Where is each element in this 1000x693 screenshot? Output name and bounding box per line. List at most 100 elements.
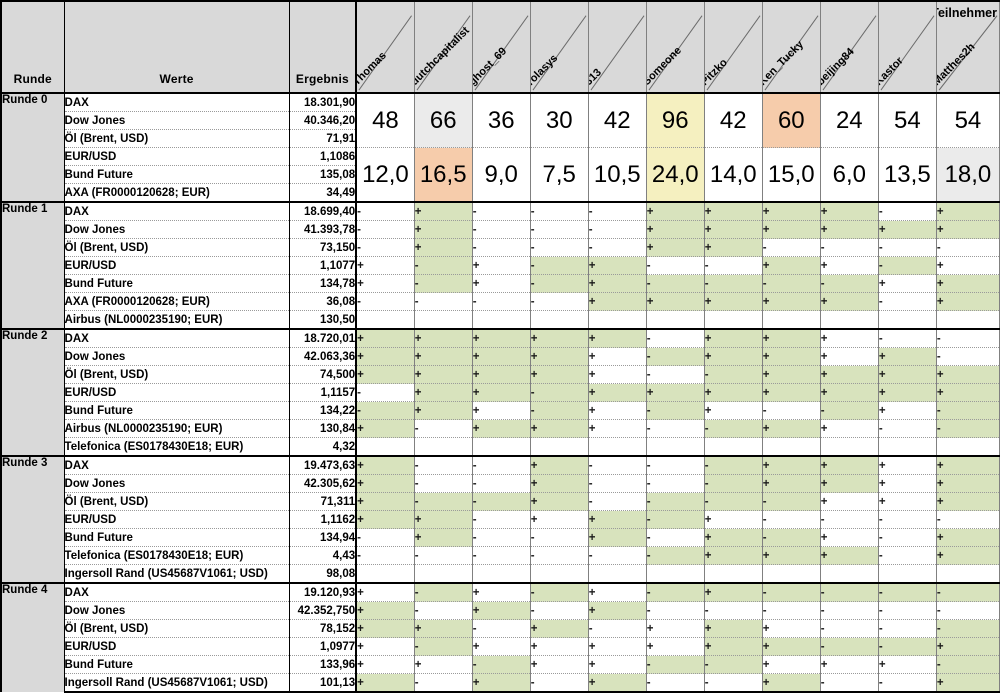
value-name: Telefonica (ES0178430E18; EUR) bbox=[63, 546, 290, 565]
pick-cell: + bbox=[935, 474, 1000, 493]
pick-cell: + bbox=[761, 474, 821, 493]
score-points-313: 10,5 bbox=[587, 147, 647, 203]
pick-cell: + bbox=[877, 401, 937, 420]
pick-cell: + bbox=[703, 582, 763, 602]
pick-cell: - bbox=[587, 455, 647, 475]
pick-cell: + bbox=[413, 528, 473, 547]
pick-cell: + bbox=[935, 292, 1000, 311]
pick-cell: - bbox=[587, 201, 647, 221]
value-name: Dow Jones bbox=[63, 111, 290, 130]
score-total-matthes2h: 54 bbox=[935, 92, 1000, 148]
pick-cell: - bbox=[471, 528, 531, 547]
pick-cell: - bbox=[819, 673, 879, 693]
pick-cell: + bbox=[703, 401, 763, 420]
value-name: EUR/USD bbox=[63, 637, 290, 656]
participant-header-313[interactable]: 313 bbox=[587, 0, 647, 94]
value-result: 18.699,40 bbox=[288, 201, 358, 221]
participant-header-kastor[interactable]: Kastor bbox=[877, 0, 937, 94]
table-header-row: Runde Werte Ergebnis Thomas dutchcapitalist g… bbox=[0, 0, 1000, 94]
pick-cell: + bbox=[413, 619, 473, 638]
pick-cell: - bbox=[471, 510, 531, 529]
pick-cell: - bbox=[877, 201, 937, 221]
pick-cell: + bbox=[355, 637, 415, 656]
score-points-ghost_69: 9,0 bbox=[471, 147, 531, 203]
value-result: 98,08 bbox=[288, 564, 358, 584]
value-result: 74,500 bbox=[288, 365, 358, 384]
round-label-runde-3: Runde 3 bbox=[0, 455, 65, 583]
value-result: 134,94 bbox=[288, 528, 358, 547]
pick-cell: - bbox=[413, 582, 473, 602]
participant-header-someone[interactable]: Someone bbox=[645, 0, 705, 94]
pick-cell: + bbox=[529, 474, 589, 493]
col-header-runde: Runde bbox=[0, 0, 65, 94]
pick-cell: + bbox=[413, 401, 473, 420]
pick-cell: - bbox=[877, 328, 937, 348]
pick-cell: - bbox=[703, 601, 763, 620]
table-row: Bund Future 133,96 + + - + + - - + + + - bbox=[1, 655, 1000, 674]
pick-cell: - bbox=[877, 673, 937, 693]
col-header-werte: Werte bbox=[63, 0, 290, 94]
pick-cell bbox=[529, 564, 589, 584]
value-name: Airbus (NL0000235190; EUR) bbox=[63, 419, 290, 438]
pick-cell: + bbox=[703, 637, 763, 656]
pick-cell: + bbox=[355, 328, 415, 348]
table-row: Dow Jones 42.352,750 + - + - + - - - - - - bbox=[1, 601, 1000, 620]
score-total-dutchcapitalist: 66 bbox=[413, 92, 473, 148]
pick-cell: + bbox=[587, 274, 647, 293]
pick-cell: - bbox=[645, 655, 705, 674]
pick-cell: + bbox=[355, 492, 415, 511]
pick-cell bbox=[877, 310, 937, 330]
pick-cell: + bbox=[761, 546, 821, 565]
pick-cell: - bbox=[587, 238, 647, 257]
participant-header-rolasys[interactable]: rolasys bbox=[529, 0, 589, 94]
pick-cell: - bbox=[355, 383, 415, 402]
value-name: EUR/USD bbox=[63, 383, 290, 402]
pick-cell: + bbox=[413, 383, 473, 402]
pick-cell: + bbox=[529, 328, 589, 348]
pick-cell bbox=[761, 310, 821, 330]
pick-cell: + bbox=[761, 383, 821, 402]
pick-cell: - bbox=[819, 619, 879, 638]
pick-cell: + bbox=[703, 292, 763, 311]
value-result: 130,50 bbox=[288, 310, 358, 330]
pick-cell: + bbox=[587, 655, 647, 674]
pick-cell: + bbox=[877, 474, 937, 493]
pick-cell: - bbox=[877, 256, 937, 275]
pick-cell: - bbox=[877, 510, 937, 529]
pick-cell: + bbox=[645, 383, 705, 402]
pick-cell: + bbox=[587, 365, 647, 384]
value-result: 78,152 bbox=[288, 619, 358, 638]
participant-header-dutchcapitalist[interactable]: dutchcapitalist bbox=[413, 0, 473, 94]
participant-header-thomas[interactable]: Thomas bbox=[355, 0, 415, 94]
participant-name: Someone bbox=[646, 44, 684, 88]
pick-cell: - bbox=[703, 256, 763, 275]
pick-cell: - bbox=[877, 238, 937, 257]
pick-cell: + bbox=[935, 673, 1000, 693]
pick-cell bbox=[703, 564, 763, 584]
pick-cell: - bbox=[587, 619, 647, 638]
participant-header-ken_tucky[interactable]: Ken_Tucky bbox=[761, 0, 821, 94]
value-name: Dow Jones bbox=[63, 220, 290, 239]
pick-cell: + bbox=[819, 474, 879, 493]
pick-cell bbox=[935, 564, 1000, 584]
col-header-runde-label: Runde bbox=[13, 72, 52, 86]
participant-header-ghost_69[interactable]: ghost_69 bbox=[471, 0, 531, 94]
pick-cell: - bbox=[413, 419, 473, 438]
pick-cell bbox=[355, 564, 415, 584]
round-label-runde-0: Runde 0 bbox=[0, 92, 65, 202]
participant-header-beijing84[interactable]: beijing84 bbox=[819, 0, 879, 94]
participant-header-pitzko[interactable]: Pitzko bbox=[703, 0, 763, 94]
pick-cell bbox=[703, 310, 763, 330]
pick-cell: + bbox=[819, 220, 879, 239]
participant-header-matthes2h[interactable]: Matthes2h Teilnehmer bbox=[935, 0, 1000, 94]
pick-cell: + bbox=[471, 383, 531, 402]
pick-cell: - bbox=[761, 528, 821, 547]
participant-name: dutchcapitalist bbox=[414, 24, 472, 88]
value-name: Bund Future bbox=[63, 274, 290, 293]
value-result: 134,78 bbox=[288, 274, 358, 293]
value-name: DAX bbox=[63, 328, 290, 348]
pick-cell: + bbox=[703, 220, 763, 239]
pick-cell: + bbox=[355, 274, 415, 293]
value-name: AXA (FR0000120628; EUR) bbox=[63, 183, 290, 203]
pick-cell: - bbox=[877, 292, 937, 311]
